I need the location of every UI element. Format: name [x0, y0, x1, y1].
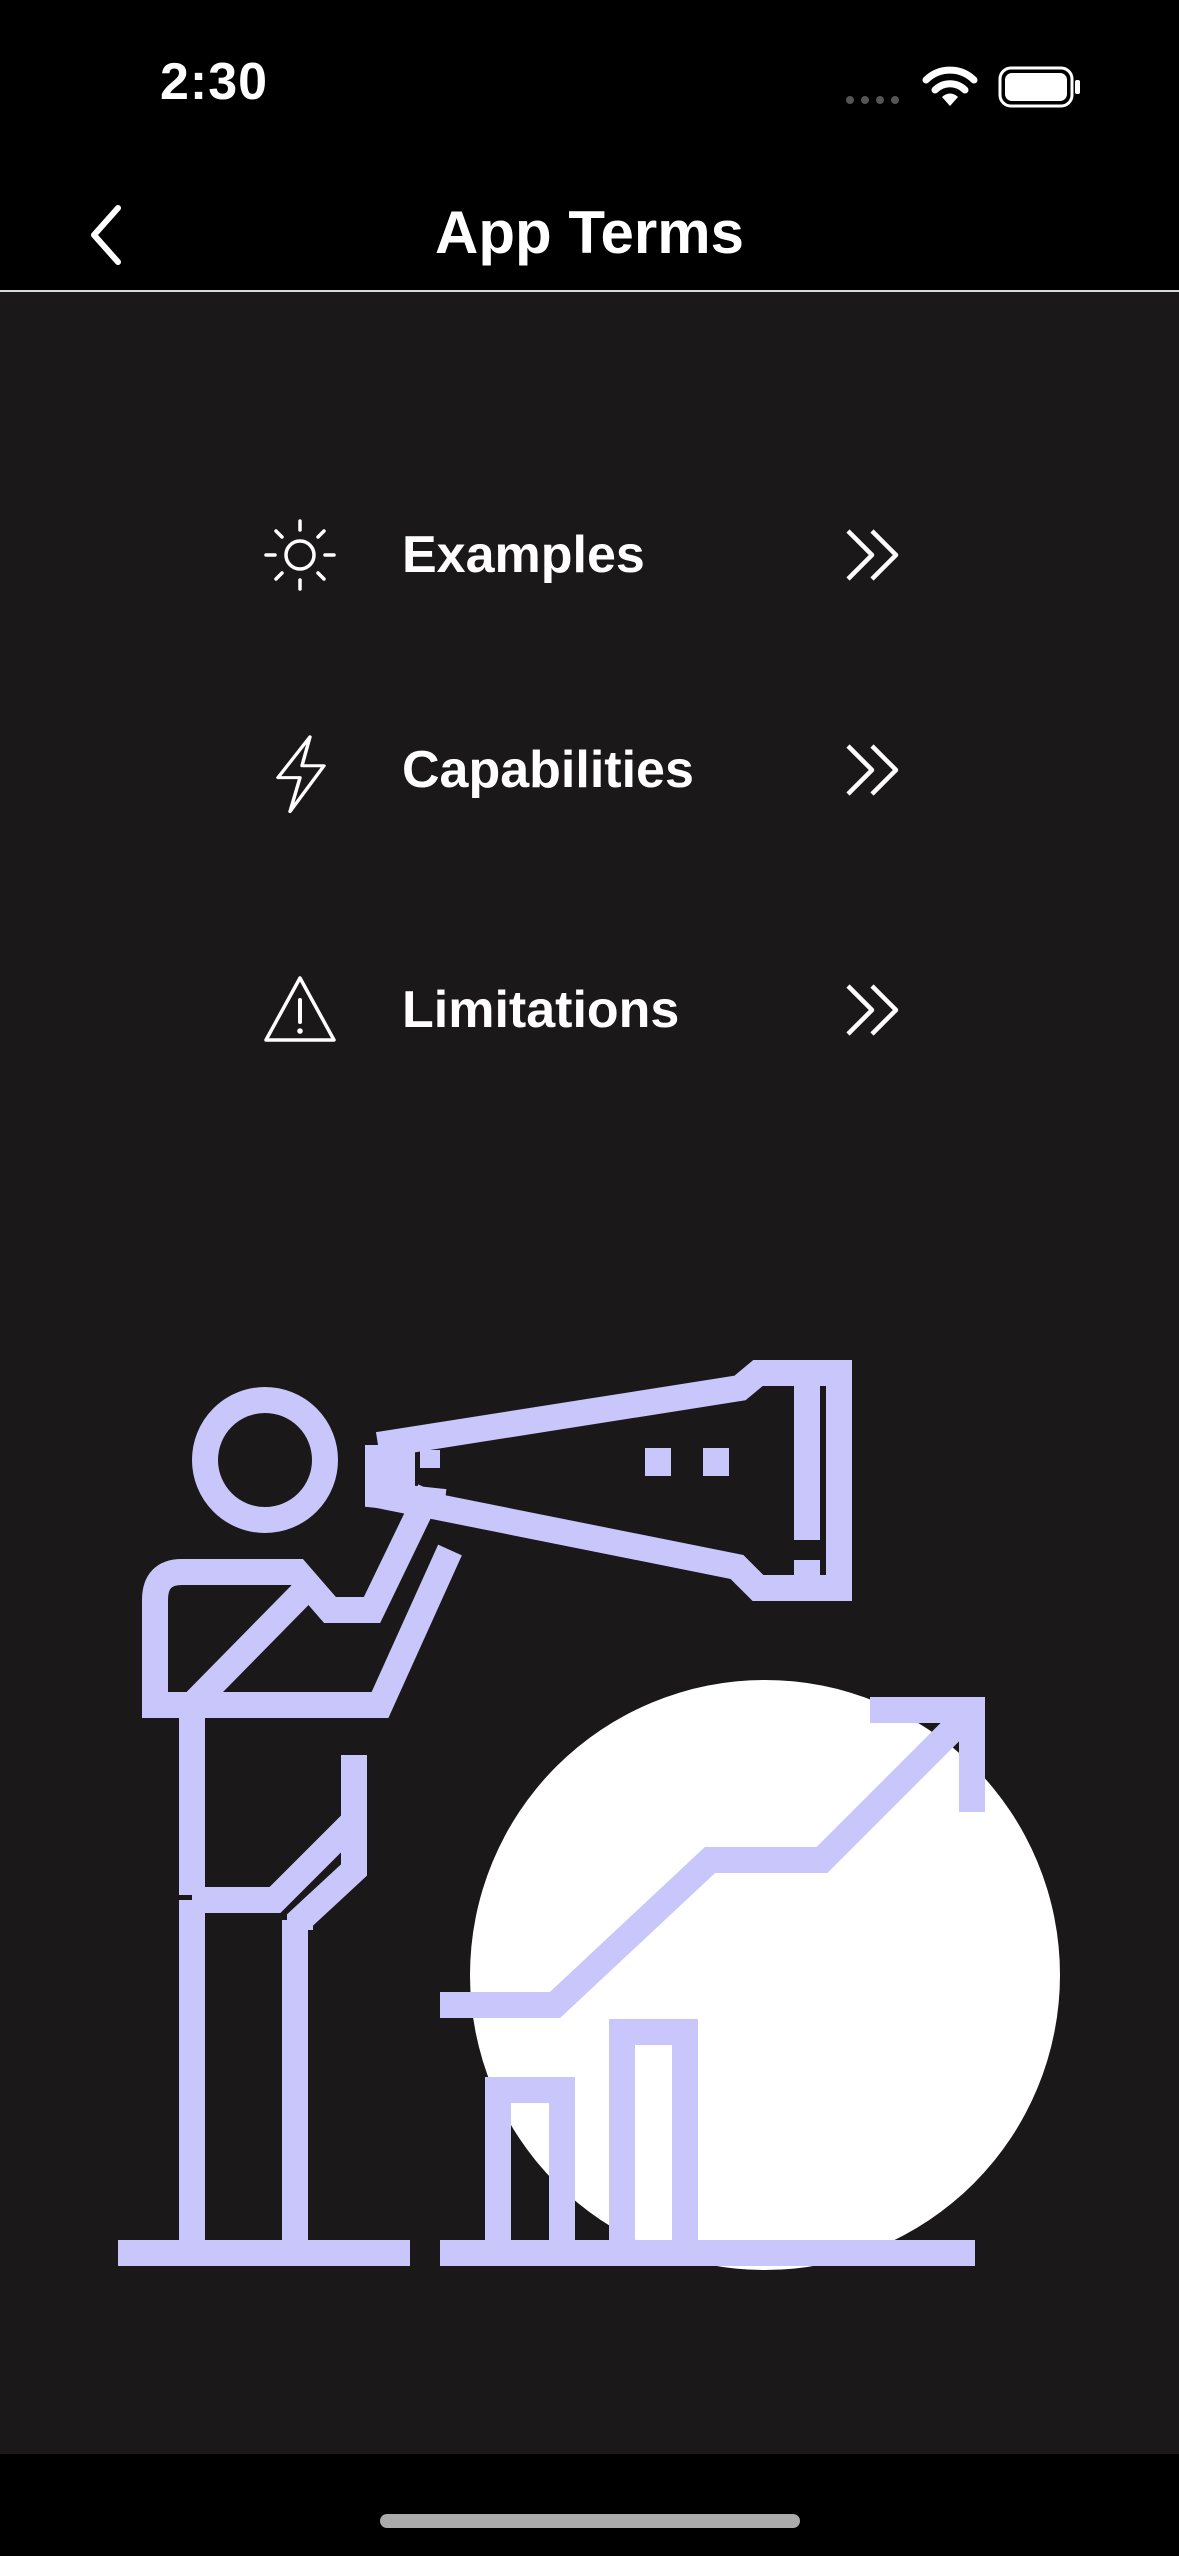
status-bar: 2:30: [0, 0, 1179, 170]
menu-item-capabilities[interactable]: Capabilities: [250, 710, 930, 820]
sun-icon: [264, 519, 336, 591]
menu-item-label: Examples: [402, 526, 645, 584]
menu-item-limitations[interactable]: Limitations: [250, 950, 930, 1060]
navigation-bar: App Terms: [0, 170, 1179, 292]
page-title: App Terms: [435, 199, 744, 266]
warning-icon: [264, 976, 336, 1042]
home-indicator[interactable]: [380, 2514, 800, 2528]
double-chevron-right-icon: [846, 744, 899, 796]
status-time: 2:30: [160, 53, 269, 111]
home-indicator-area: [0, 2454, 1179, 2556]
menu-item-label: Limitations: [402, 981, 680, 1039]
telescope-growth-illustration: [118, 1360, 1060, 2270]
double-chevron-right-icon: [846, 984, 899, 1036]
cellular-signal-icon: [846, 96, 899, 104]
battery-icon: [998, 66, 1080, 108]
menu-item-examples[interactable]: Examples: [250, 495, 930, 605]
wifi-icon: [922, 66, 978, 106]
lightning-icon: [276, 735, 326, 814]
menu-item-label: Capabilities: [402, 741, 694, 799]
double-chevron-right-icon: [846, 529, 899, 581]
